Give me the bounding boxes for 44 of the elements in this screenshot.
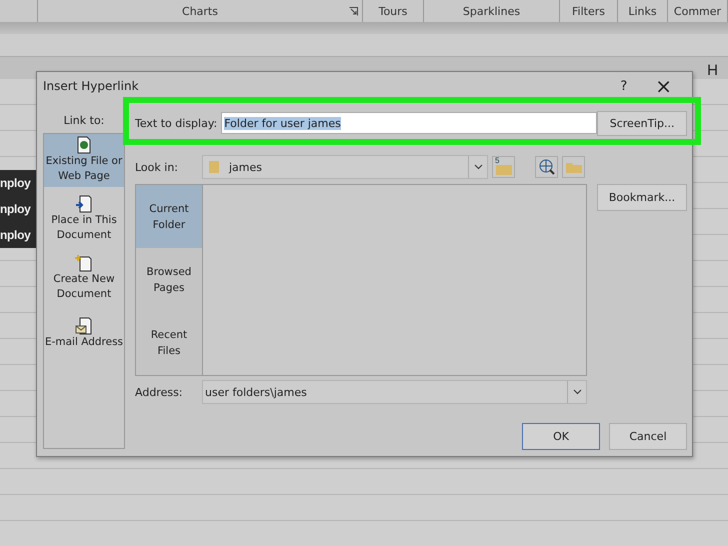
table-cell: nploy (0, 196, 36, 222)
browse-tab[interactable]: Recent Files (136, 312, 202, 375)
chevron-down-icon (474, 164, 482, 170)
ribbon-group-label: Filters (572, 4, 605, 18)
column-header: H (707, 62, 718, 79)
ribbon-group-label: Sparklines (462, 4, 520, 18)
table-cell: nploy (0, 222, 36, 248)
look-in-dropdown[interactable]: james (202, 155, 488, 179)
dialog-launcher-icon[interactable] (349, 7, 358, 16)
window-title: Insert Hyperlink (43, 79, 140, 93)
cancel-button[interactable]: Cancel (609, 423, 687, 450)
chevron-down-icon (572, 389, 582, 395)
browse-tab[interactable]: Browsed Pages (136, 248, 202, 312)
link-to-label: Link to: (64, 114, 104, 127)
ribbon-group-label: Tours (378, 4, 408, 18)
table-cell: nploy (0, 170, 36, 196)
look-in-label: Look in: (135, 160, 179, 174)
ok-button[interactable]: OK (522, 423, 600, 450)
address-field[interactable]: user folders\james (202, 380, 587, 404)
folder-icon (564, 161, 582, 173)
new-document-icon (75, 254, 93, 272)
link-type-item[interactable]: E-mail Address (44, 315, 124, 353)
ribbon-group-label: Commer (674, 4, 722, 18)
document-globe-icon (75, 136, 93, 154)
text-to-display-field[interactable]: Folder for user james (221, 112, 598, 134)
globe-search-icon (538, 158, 556, 176)
screentip-button[interactable]: ScreenTip... (597, 110, 687, 136)
folder-icon (209, 160, 219, 174)
ribbon-group-label: Charts (182, 4, 218, 18)
text-to-display-label: Text to display: (135, 116, 218, 130)
document-envelope-icon (75, 317, 93, 335)
bookmark-button[interactable]: Bookmark... (597, 184, 687, 211)
browse-web-button[interactable] (535, 156, 558, 178)
address-label: Address: (135, 386, 184, 398)
folder-up-button[interactable]: 5 (492, 156, 515, 178)
browse-tab[interactable]: Current Folder (136, 185, 202, 248)
ribbon-group-label: Links (628, 4, 657, 18)
link-type-item[interactable]: Place in This Document (44, 193, 124, 246)
help-button[interactable]: ? (620, 78, 628, 94)
link-type-item[interactable]: Existing File or Web Page (44, 134, 124, 187)
link-type-item[interactable]: Create New Document (44, 252, 124, 305)
folder-icon (496, 165, 512, 175)
close-button[interactable]: × (655, 74, 672, 98)
document-arrow-icon (75, 195, 93, 213)
